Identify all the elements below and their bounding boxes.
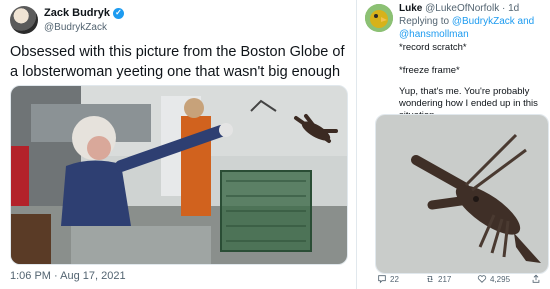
lobster-flying-photo (376, 115, 548, 273)
right-tweet: Luke @LukeOfNorfolk · 1d Replying to @Bu… (357, 0, 550, 289)
like-icon (477, 275, 487, 283)
tweet-text: Obsessed with this picture from the Bost… (10, 44, 345, 80)
parrot-avatar-icon (365, 4, 393, 32)
author-name[interactable]: Luke (399, 3, 422, 14)
tweet-timestamp[interactable]: 1:06 PM · Aug 17, 2021 (10, 270, 126, 282)
retweet-icon (427, 276, 433, 282)
share-icon (532, 274, 540, 283)
retweet-count: 217 (438, 274, 452, 284)
reply-photo[interactable] (375, 114, 549, 274)
reply-icon (378, 275, 386, 284)
tweet-photo[interactable] (10, 85, 348, 265)
reply-context: Replying to @BudrykZack and @hansmollman (399, 15, 549, 41)
author-name-text[interactable]: Zack Budryk (44, 7, 110, 19)
tweet-actions: 22 217 4,295 (377, 273, 547, 285)
reply-action[interactable]: 22 (377, 273, 425, 285)
lobsterwoman-photo (11, 86, 347, 264)
reply-count: 22 (390, 274, 399, 284)
author-handle[interactable]: @BudrykZack (44, 22, 107, 33)
retweet-action[interactable]: 217 (425, 273, 477, 285)
avatar[interactable] (365, 4, 393, 32)
like-action[interactable]: 4,295 (477, 273, 531, 285)
left-tweet: Zack Budryk ✓ @BudrykZack Obsessed with … (0, 0, 356, 289)
share-action[interactable] (531, 273, 541, 285)
reply-line-1: *record scratch* (399, 42, 467, 53)
avatar[interactable] (10, 6, 38, 34)
author-name[interactable]: Zack Budryk ✓ (44, 7, 125, 19)
reply-line-2: *freeze frame* (399, 65, 460, 76)
verified-badge-icon: ✓ (113, 7, 125, 19)
replying-label: Replying to (399, 16, 450, 27)
author-handle-time[interactable]: @LukeOfNorfolk · 1d (425, 3, 519, 14)
like-count: 4,295 (490, 274, 511, 284)
author-line[interactable]: Luke @LukeOfNorfolk · 1d (399, 3, 519, 14)
